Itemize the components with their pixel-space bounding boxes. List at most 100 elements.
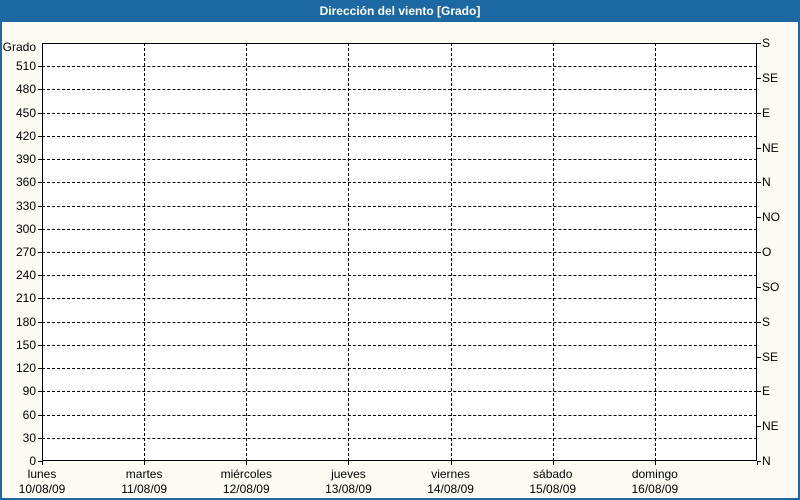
chart-title-bar: Dirección del viento [Grado] [0, 0, 800, 22]
y-axis-tick-left [38, 275, 42, 277]
v-gridline [246, 43, 248, 461]
y-axis-tick-left [38, 391, 42, 393]
y-axis-tick-left [38, 252, 42, 253]
y-axis-tick-left [38, 205, 42, 207]
date-label: 13/08/09 [325, 482, 372, 496]
y-axis-tick-left [38, 368, 42, 370]
h-gridline [42, 298, 757, 300]
h-gridline [42, 159, 757, 161]
y-axis-tick-right [757, 43, 761, 44]
y-tick-label: 0 [29, 454, 36, 468]
h-gridline [42, 89, 757, 91]
y-axis-tick-left [38, 112, 42, 114]
compass-label: NE [762, 419, 779, 434]
h-gridline [42, 344, 757, 346]
h-gridline [42, 391, 757, 393]
day-label: miércoles [220, 467, 272, 481]
x-axis-tick [552, 461, 554, 465]
h-gridline [42, 112, 757, 114]
x-axis-tick [654, 461, 656, 465]
day-label: lunes [27, 467, 57, 481]
y-axis-tick-left [38, 182, 42, 184]
compass-label: S [762, 314, 771, 329]
y-axis-tick-left [38, 135, 42, 137]
y-tick-label: 120 [15, 361, 36, 376]
wind-direction-chart: Dirección del viento [Grado] Grado 0 30 60… [0, 0, 800, 500]
y-axis-tick-right [757, 286, 761, 288]
day-label: viernes [431, 467, 470, 481]
y-tick-label: 180 [15, 314, 36, 329]
y-axis-tick-right [757, 461, 761, 462]
date-label: 10/08/09 [18, 482, 66, 496]
y-tick-label: 330 [15, 198, 36, 213]
x-axis-tick [42, 461, 43, 465]
y-axis-tick-right [757, 147, 761, 149]
compass-label: NO [762, 210, 780, 225]
day-label: domingo [631, 467, 678, 481]
h-gridline [42, 135, 757, 137]
y-tick-label: 150 [15, 337, 36, 352]
day-label: sábado [533, 467, 573, 481]
compass-label: SE [762, 70, 779, 85]
y-axis-tick-left [38, 228, 42, 230]
v-gridline [654, 43, 656, 461]
v-gridline [348, 43, 350, 461]
compass-label: O [762, 245, 772, 259]
y-tick-label: 210 [15, 291, 36, 306]
y-axis-tick-left [38, 89, 42, 91]
day-label: martes [125, 467, 163, 481]
y-tick-label: 60 [22, 407, 36, 422]
x-axis-tick [246, 461, 248, 465]
h-gridline [42, 437, 757, 439]
compass-label: E [762, 384, 771, 399]
compass-label: N [762, 454, 771, 468]
y-axis-tick-left [38, 159, 42, 161]
y-tick-label: 300 [15, 221, 36, 236]
h-gridline [42, 321, 757, 323]
y-axis-tick-right [757, 182, 761, 184]
x-axis-tick [450, 461, 452, 465]
date-label: 12/08/09 [222, 482, 270, 496]
y-axis-title: Grado [2, 40, 36, 54]
y-tick-label: 270 [15, 245, 36, 259]
y-tick-label: 420 [15, 128, 36, 143]
y-tick-label: 510 [15, 59, 36, 74]
y-axis-tick-left [38, 414, 42, 416]
y-axis-tick-left [38, 321, 42, 323]
y-axis-tick-left [38, 437, 42, 439]
v-gridline [450, 43, 452, 461]
y-tick-label: 360 [15, 175, 36, 190]
compass-label: NE [762, 140, 779, 155]
compass-label: E [762, 105, 771, 120]
date-label: 11/08/09 [121, 482, 168, 496]
y-axis-tick-right [757, 426, 761, 428]
y-tick-label: 450 [15, 105, 36, 120]
compass-label: S [762, 36, 771, 50]
y-axis-tick-right [757, 252, 761, 253]
y-axis-tick-right [757, 77, 761, 79]
y-axis-tick-right [757, 321, 761, 323]
y-axis-tick-right [757, 356, 761, 358]
chart-title: Dirección del viento [Grado] [319, 4, 481, 18]
y-axis-tick-right [757, 112, 761, 114]
y-tick-label: 480 [15, 82, 36, 97]
y-tick-label: 240 [15, 268, 36, 283]
v-gridline [144, 43, 146, 461]
y-axis-tick-left [38, 66, 42, 68]
compass-label: N [762, 175, 771, 190]
h-gridline [42, 414, 757, 416]
h-gridline [42, 275, 757, 277]
h-gridline [42, 228, 757, 230]
h-gridline [42, 66, 757, 68]
x-axis-tick [348, 461, 350, 465]
day-label: jueves [331, 467, 366, 481]
h-gridline [42, 205, 757, 207]
compass-label: SE [762, 349, 779, 364]
y-tick-label: 90 [22, 384, 36, 399]
compass-label: SO [762, 279, 780, 294]
date-label: 14/08/09 [427, 482, 474, 496]
x-axis-tick [144, 461, 146, 465]
v-gridline [552, 43, 554, 461]
h-gridline [42, 252, 757, 253]
y-tick-label: 30 [22, 430, 36, 445]
